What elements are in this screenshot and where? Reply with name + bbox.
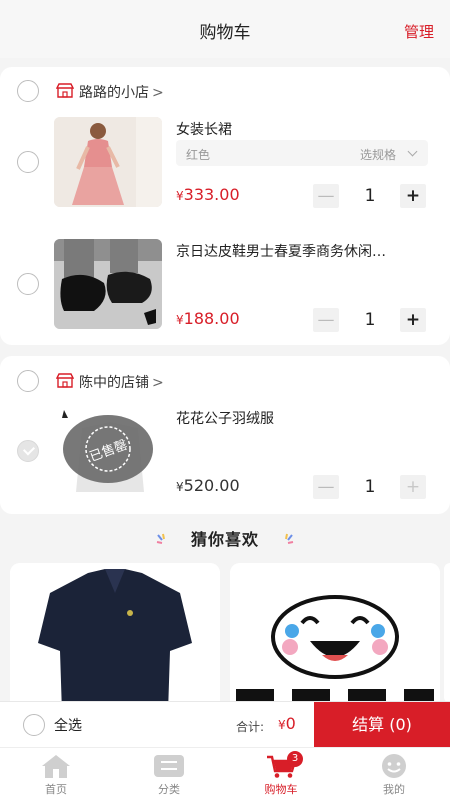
product-image-dress[interactable] bbox=[54, 117, 162, 207]
spec-choose-label: 选规格 bbox=[359, 148, 396, 162]
item-select-radio-disabled bbox=[17, 440, 39, 462]
recommend-product-card[interactable] bbox=[10, 563, 220, 713]
polo-shirt-image bbox=[10, 563, 220, 713]
item-select-radio[interactable] bbox=[17, 273, 39, 295]
quantity-value[interactable]: 1 bbox=[350, 310, 390, 330]
spec-selector[interactable]: 红色 选规格 bbox=[176, 140, 428, 166]
quantity-minus-button[interactable]: — bbox=[313, 184, 339, 208]
product-price: ¥333.00 bbox=[176, 185, 240, 204]
store-icon bbox=[56, 373, 74, 388]
tab-category[interactable]: 分类 bbox=[113, 748, 225, 800]
top-bar: 购物车 管理 bbox=[0, 0, 450, 58]
item-select-radio[interactable] bbox=[17, 151, 39, 173]
shop-header[interactable]: 路路的小店 > bbox=[0, 79, 450, 109]
tab-label: 分类 bbox=[158, 783, 180, 796]
sparkle-icon bbox=[285, 533, 294, 544]
shop-card: 路路的小店 > 女装长裙 红色 选规格 ¥333.00 — 1 + 京日达皮鞋男… bbox=[0, 67, 450, 345]
quantity-minus-button[interactable]: — bbox=[313, 308, 339, 332]
spec-value: 红色 bbox=[186, 148, 211, 162]
tab-label: 购物车 bbox=[264, 783, 298, 796]
total-label: 合计: bbox=[236, 720, 265, 734]
recommend-product-card[interactable] bbox=[230, 563, 440, 713]
tab-home[interactable]: 首页 bbox=[0, 748, 112, 800]
shop-header[interactable]: 陈中的店铺 > bbox=[0, 369, 450, 399]
quantity-plus-button[interactable]: + bbox=[400, 184, 426, 208]
tab-cart[interactable]: 3 购物车 bbox=[225, 748, 337, 800]
chevron-right-icon: > bbox=[152, 375, 164, 391]
product-price: ¥520.00 bbox=[176, 476, 240, 495]
product-image-shoes[interactable] bbox=[54, 239, 162, 329]
home-icon bbox=[42, 755, 70, 778]
profile-icon bbox=[382, 754, 406, 778]
quantity-plus-button[interactable]: + bbox=[400, 308, 426, 332]
chevron-down-icon bbox=[407, 146, 418, 157]
page-title: 购物车 bbox=[199, 23, 251, 43]
emoji-image bbox=[230, 563, 440, 713]
tab-profile[interactable]: 我的 bbox=[338, 748, 450, 800]
category-icon bbox=[154, 755, 184, 777]
recommend-title: 猜你喜欢 bbox=[190, 530, 259, 549]
product-name[interactable]: 女装长裙 bbox=[176, 119, 426, 139]
select-all-label[interactable]: 全选 bbox=[54, 715, 82, 735]
tab-label: 我的 bbox=[383, 783, 405, 796]
checkout-bar: 全选 合计: ¥0 结算 (0) bbox=[0, 701, 450, 748]
recommend-card-edge bbox=[444, 563, 450, 703]
bottom-tab-bar: 首页 分类 3 购物车 我的 bbox=[0, 747, 450, 800]
product-price: ¥188.00 bbox=[176, 309, 240, 328]
quantity-value[interactable]: 1 bbox=[350, 477, 390, 497]
quantity-minus-button[interactable]: — bbox=[313, 475, 339, 499]
shop-name: 陈中的店铺 bbox=[79, 375, 149, 391]
dress-image bbox=[54, 117, 162, 207]
select-all-radio[interactable] bbox=[23, 714, 45, 736]
shoes-image bbox=[54, 239, 162, 329]
recommend-section-title: 猜你喜欢 bbox=[0, 526, 450, 550]
product-name[interactable]: 京日达皮鞋男士春夏季商务休闲… bbox=[176, 241, 426, 261]
total-amount: ¥0 bbox=[278, 714, 296, 733]
chevron-right-icon: > bbox=[152, 85, 164, 101]
sparkle-icon bbox=[156, 533, 165, 544]
sold-out-stamp: 已售罄 bbox=[62, 414, 154, 484]
manage-button[interactable]: 管理 bbox=[404, 21, 434, 42]
shop-name: 路路的小店 bbox=[79, 85, 149, 101]
quantity-value[interactable]: 1 bbox=[350, 186, 390, 206]
checkout-button[interactable]: 结算 (0) bbox=[314, 702, 450, 748]
quantity-plus-button[interactable]: + bbox=[400, 475, 426, 499]
product-name[interactable]: 花花公子羽绒服 bbox=[176, 408, 426, 428]
cart-badge: 3 bbox=[287, 751, 303, 767]
tab-label: 首页 bbox=[45, 783, 67, 796]
store-icon bbox=[56, 83, 74, 98]
